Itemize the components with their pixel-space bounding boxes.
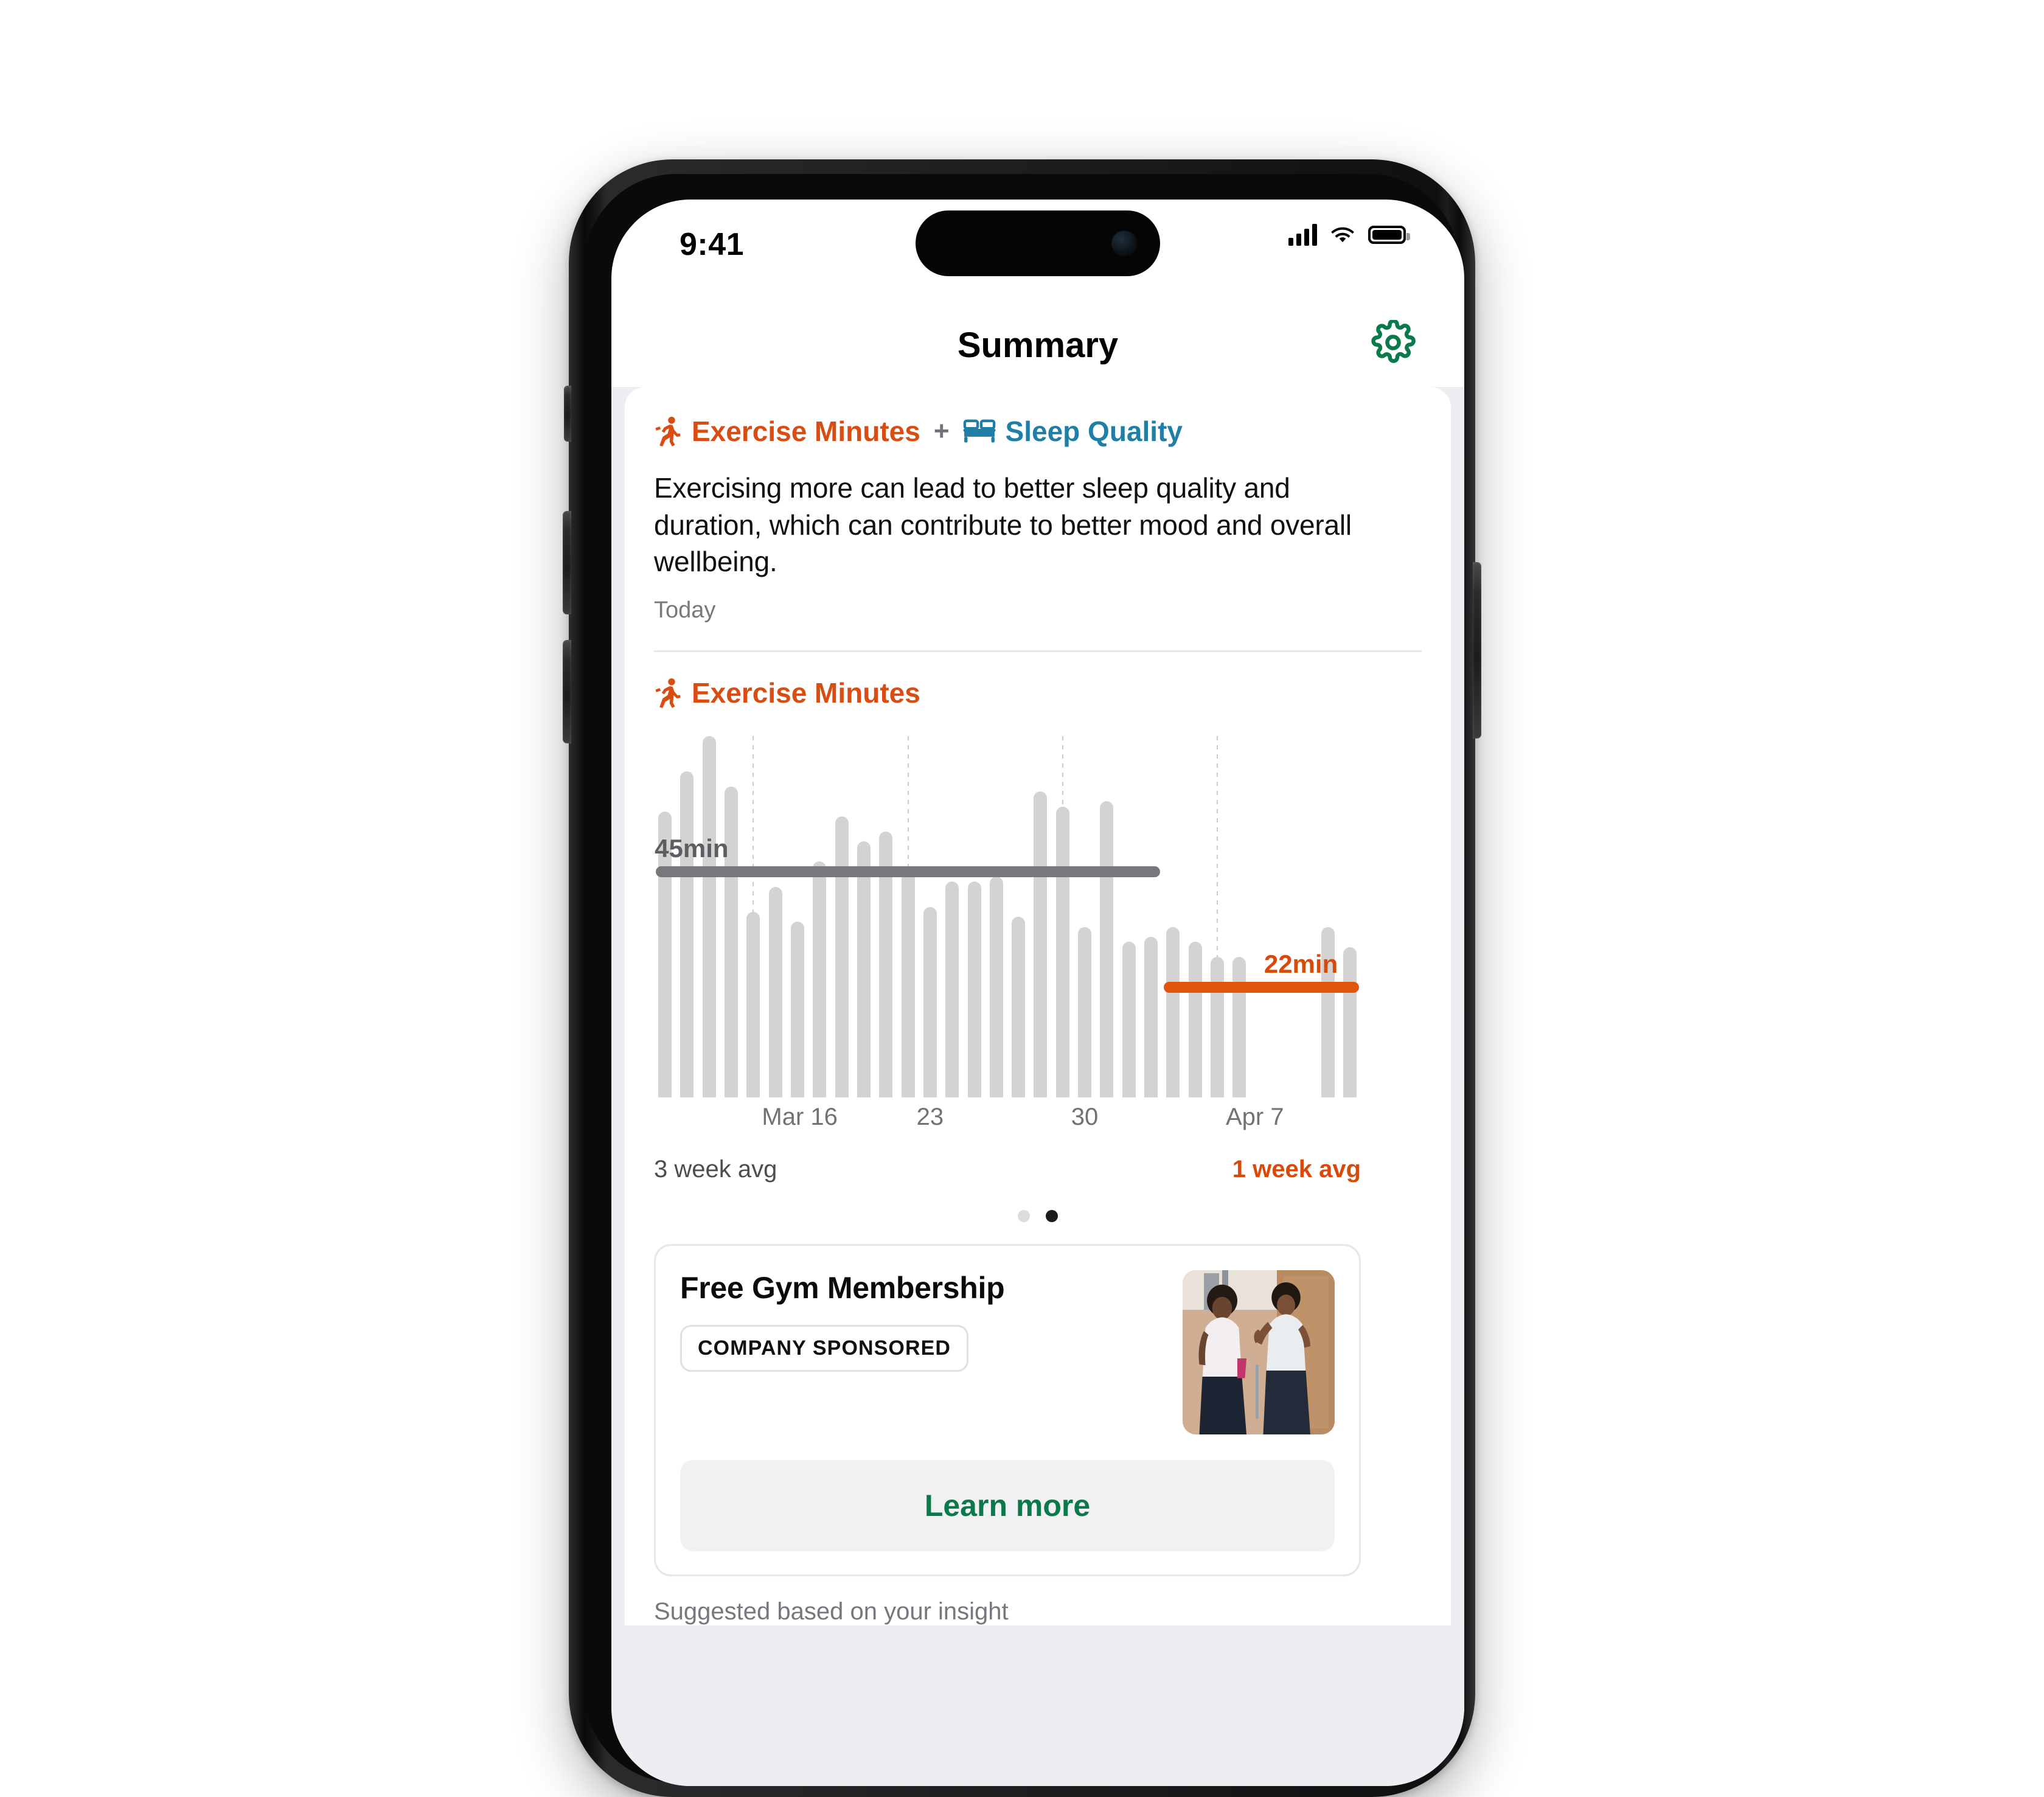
page-dot[interactable] xyxy=(1046,1210,1058,1223)
mute-switch-button[interactable] xyxy=(564,386,571,442)
chart-bar xyxy=(945,881,959,1098)
avg-1-week-label: 22min xyxy=(1264,949,1338,978)
dynamic-island xyxy=(916,210,1160,276)
chart-bar xyxy=(901,866,915,1098)
promo-text-block: Free Gym Membership COMPANY SPONSORED xyxy=(680,1270,1005,1372)
page-dot[interactable] xyxy=(1018,1210,1030,1223)
chart-plot-area: 45min 22min xyxy=(654,736,1361,1098)
chart-bar xyxy=(923,906,937,1098)
gear-icon xyxy=(1371,320,1416,363)
phone-bezel: 9:41 Summary Exercise Minutes + Sleep Qu… xyxy=(585,174,1464,1786)
cellular-bars-icon xyxy=(1288,224,1317,246)
chart-bar xyxy=(857,841,871,1098)
chart-bar xyxy=(835,816,849,1098)
insight-header: Exercise Minutes + Sleep Quality xyxy=(654,415,1422,448)
volume-up-button[interactable] xyxy=(563,511,571,614)
legend-1-week-avg: 1 week avg xyxy=(1232,1156,1361,1183)
phone-device-frame: 9:41 Summary Exercise Minutes + Sleep Qu… xyxy=(563,159,1481,1797)
chart-bar xyxy=(768,886,782,1098)
insight-timeframe: Today xyxy=(654,597,716,624)
insight-plus-sign: + xyxy=(933,416,950,446)
insight-metric-exercise: Exercise Minutes xyxy=(692,415,920,447)
insight-metric-sleep: Sleep Quality xyxy=(1005,415,1183,447)
status-badge: COMPANY SPONSORED xyxy=(680,1325,969,1372)
legend-3-week-avg: 3 week avg xyxy=(654,1156,777,1183)
chart-x-tick-label: 23 xyxy=(916,1104,944,1131)
page-title: Summary xyxy=(957,325,1119,365)
chart-bar xyxy=(1078,926,1092,1098)
chart-legend: 3 week avg 1 week avg xyxy=(654,1156,1361,1183)
chart-title: Exercise Minutes xyxy=(692,677,920,709)
chart-bar xyxy=(1034,791,1048,1098)
navigation-bar: Summary xyxy=(611,296,1464,387)
chart-bar xyxy=(1012,917,1026,1098)
chart-bar xyxy=(680,771,694,1098)
chart-bar xyxy=(725,786,739,1098)
settings-button[interactable] xyxy=(1369,319,1417,366)
chart-bar xyxy=(967,881,981,1098)
battery-full-icon xyxy=(1368,226,1410,244)
chart-bar xyxy=(746,911,760,1098)
bed-icon xyxy=(962,419,996,443)
promo-photo xyxy=(1183,1270,1335,1435)
chart-x-tick-label: Mar 16 xyxy=(762,1104,838,1131)
avg-3-week-line xyxy=(656,866,1161,877)
chart-bar xyxy=(791,922,805,1098)
promo-card[interactable]: Free Gym Membership COMPANY SPONSORED Le… xyxy=(654,1244,1361,1577)
running-person-icon xyxy=(655,678,681,708)
status-clock: 9:41 xyxy=(680,227,745,262)
power-button[interactable] xyxy=(1473,562,1481,739)
front-camera-icon xyxy=(1111,231,1137,256)
wifi-icon xyxy=(1331,227,1354,243)
chart-x-axis: Mar 16 23 30 Apr 7 xyxy=(654,1104,1361,1142)
chart-bar xyxy=(702,736,716,1098)
promo-title: Free Gym Membership xyxy=(680,1271,1005,1305)
status-bar: 9:41 xyxy=(611,200,1464,296)
chart-bar xyxy=(1055,806,1069,1098)
chart-bar xyxy=(1343,947,1357,1098)
page-indicator-dots[interactable] xyxy=(654,1210,1422,1223)
chart-bar xyxy=(1210,957,1224,1098)
exercise-minutes-chart[interactable]: 45min 22min Mar 16 23 30 Apr 7 3 week avg 1 … xyxy=(654,736,1422,1183)
chart-bar xyxy=(1232,957,1246,1098)
chart-x-tick-label: 30 xyxy=(1071,1104,1099,1131)
scroll-content[interactable]: Exercise Minutes + Sleep Quality Exercis… xyxy=(611,387,1464,1786)
promo-footnote: Suggested based on your insight xyxy=(654,1598,1009,1625)
chart-bar xyxy=(1100,801,1114,1098)
volume-down-button[interactable] xyxy=(563,640,571,743)
avg-3-week-label: 45min xyxy=(655,833,729,863)
chart-bar xyxy=(1188,942,1202,1098)
chart-bar xyxy=(1144,937,1158,1098)
promo-top-row: Free Gym Membership COMPANY SPONSORED xyxy=(680,1270,1335,1435)
section-divider xyxy=(654,650,1422,653)
chart-bar xyxy=(1166,926,1180,1098)
phone-screen: 9:41 Summary Exercise Minutes + Sleep Qu… xyxy=(611,200,1464,1786)
insight-description: Exercising more can lead to better sleep… xyxy=(654,472,1352,578)
chart-bar xyxy=(989,877,1003,1098)
insight-card: Exercise Minutes + Sleep Quality Exercis… xyxy=(625,387,1451,1626)
chart-x-tick-label: Apr 7 xyxy=(1225,1104,1284,1131)
chart-bar xyxy=(1122,942,1136,1098)
two-women-at-gym-photo xyxy=(1183,1270,1335,1435)
screenshot-stage: 9:41 Summary Exercise Minutes + Sleep Qu… xyxy=(0,0,2044,1797)
chart-bar xyxy=(813,861,827,1098)
running-person-icon xyxy=(655,417,681,447)
status-indicators xyxy=(1288,224,1410,246)
avg-1-week-line xyxy=(1164,981,1359,993)
learn-more-button[interactable]: Learn more xyxy=(680,1460,1335,1552)
chart-header: Exercise Minutes xyxy=(654,676,1422,709)
